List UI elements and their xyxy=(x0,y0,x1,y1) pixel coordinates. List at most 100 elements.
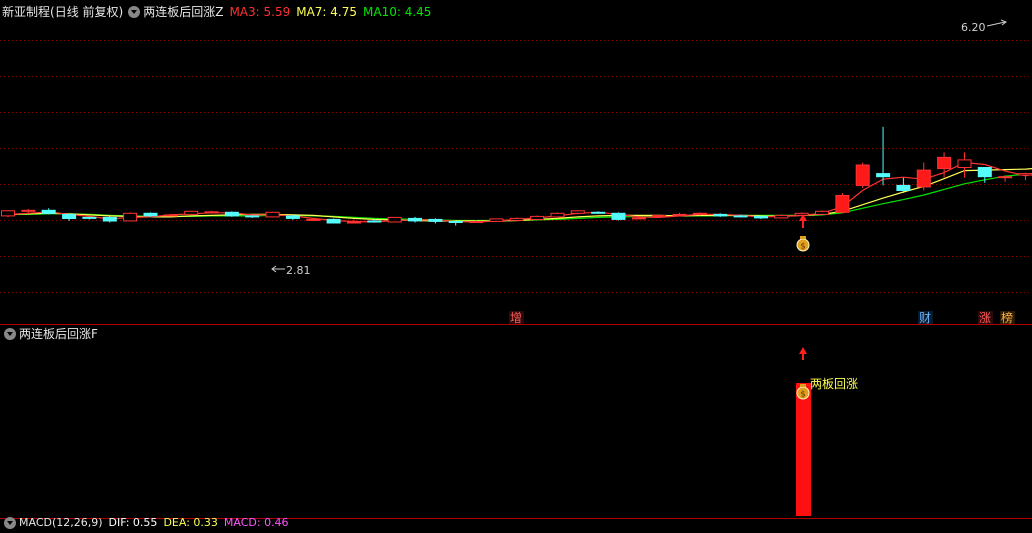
candle-body xyxy=(653,215,666,216)
candle-body xyxy=(755,216,768,218)
candle[interactable] xyxy=(205,211,218,214)
svg-text:$: $ xyxy=(801,242,806,251)
signal-arrow-up-icon xyxy=(799,214,807,228)
candle-body xyxy=(490,219,503,222)
candle-body xyxy=(775,215,788,218)
candle-body xyxy=(551,213,564,217)
candle-body xyxy=(734,216,747,217)
candle[interactable] xyxy=(490,218,503,222)
signal-bar xyxy=(796,383,811,516)
ma7-line xyxy=(8,124,1032,221)
sub-panel-dropdown-icon[interactable] xyxy=(4,328,16,340)
candle[interactable] xyxy=(510,217,523,221)
candle[interactable] xyxy=(449,220,462,225)
candle[interactable] xyxy=(958,152,971,177)
candle-body xyxy=(795,213,808,215)
candle-body xyxy=(63,214,76,218)
candle-body xyxy=(673,214,686,215)
candle-body xyxy=(22,210,35,211)
signal-panel: $ 两板回涨 xyxy=(796,347,858,516)
ma10-line xyxy=(8,140,1032,221)
low-price-label: 2.81 xyxy=(286,264,311,277)
candle[interactable] xyxy=(63,214,76,221)
candle[interactable] xyxy=(673,213,686,217)
candle[interactable] xyxy=(83,217,96,220)
candle-body xyxy=(103,217,116,221)
candle-body xyxy=(286,216,299,219)
candle[interactable] xyxy=(551,212,564,217)
macd-value: MACD: 0.46 xyxy=(224,513,289,533)
candle-body xyxy=(612,213,625,219)
candle[interactable] xyxy=(144,212,157,217)
candle[interactable] xyxy=(103,216,116,222)
event-marker-bang-label: 榜 xyxy=(1001,310,1013,325)
signal-arrow-up-icon xyxy=(799,347,807,360)
candle-body xyxy=(978,168,991,177)
candle[interactable] xyxy=(592,211,605,213)
candle-body xyxy=(856,165,869,185)
candle[interactable] xyxy=(266,212,279,218)
candle-body xyxy=(897,185,910,190)
candle-body xyxy=(368,221,381,222)
candle[interactable] xyxy=(327,218,340,223)
candle-body xyxy=(327,219,340,223)
candle[interactable] xyxy=(1019,173,1032,181)
candle-body xyxy=(246,216,259,217)
price-grid xyxy=(0,41,1032,293)
high-price-label: 6.20 xyxy=(961,21,986,34)
candle-body xyxy=(185,211,198,214)
candle[interactable] xyxy=(185,211,198,215)
indicator-dropdown-icon[interactable] xyxy=(128,6,140,18)
candle-body xyxy=(693,213,706,214)
candle-body xyxy=(205,212,218,213)
candle-body xyxy=(571,211,584,214)
main-chart-svg: 6.20 2.81 $ 增 财 涨 榜 xyxy=(0,0,1032,526)
candle[interactable] xyxy=(246,215,259,218)
candle[interactable] xyxy=(42,208,55,214)
candle[interactable] xyxy=(225,211,238,217)
candle-body xyxy=(388,217,401,222)
candle[interactable] xyxy=(409,217,422,223)
candle[interactable] xyxy=(571,210,584,214)
event-marker-bang[interactable]: 榜 xyxy=(1000,310,1015,325)
event-marker-zhang[interactable]: 涨 xyxy=(978,310,993,325)
candle-body xyxy=(958,160,971,168)
candle[interactable] xyxy=(917,162,930,190)
dea-value: DEA: 0.33 xyxy=(163,513,217,533)
candle[interactable] xyxy=(286,215,299,220)
candle-body xyxy=(592,212,605,213)
candle-body xyxy=(144,213,157,216)
candle-body xyxy=(714,214,727,216)
low-price-annotation: 2.81 xyxy=(272,264,311,277)
macd-title[interactable]: MACD(12,26,9) xyxy=(19,513,103,533)
candle[interactable] xyxy=(2,210,15,217)
indicator-name[interactable]: 两连板后回涨Z xyxy=(143,2,223,22)
macd-dropdown-icon[interactable] xyxy=(4,517,16,529)
money-bag-icon: $ xyxy=(797,236,809,251)
candle[interactable] xyxy=(836,193,849,213)
ma7-value: MA7: 4.75 xyxy=(296,2,357,22)
sub-panel-title[interactable]: 两连板后回涨F xyxy=(19,324,98,344)
candle[interactable] xyxy=(124,212,137,221)
candle[interactable] xyxy=(612,212,625,220)
candle-body xyxy=(836,196,849,213)
candle-body xyxy=(917,170,930,187)
candle[interactable] xyxy=(775,214,788,218)
dif-value: DIF: 0.55 xyxy=(109,513,158,533)
candle[interactable] xyxy=(816,210,829,214)
candle[interactable] xyxy=(429,218,442,223)
candle[interactable] xyxy=(755,215,768,219)
event-marker-zeng[interactable]: 增 xyxy=(509,311,524,325)
candle[interactable] xyxy=(877,127,890,186)
event-marker-cai-label: 财 xyxy=(919,311,931,325)
event-marker-cai[interactable]: 财 xyxy=(918,311,933,325)
ma3-value: MA3: 5.59 xyxy=(229,2,290,22)
candle-body xyxy=(348,222,361,223)
candle[interactable] xyxy=(388,217,401,223)
candle-body xyxy=(2,211,15,216)
candle[interactable] xyxy=(531,215,544,220)
candle[interactable] xyxy=(897,178,910,193)
candle-body xyxy=(999,177,1012,178)
candle[interactable] xyxy=(856,162,869,187)
candle[interactable] xyxy=(795,212,808,216)
